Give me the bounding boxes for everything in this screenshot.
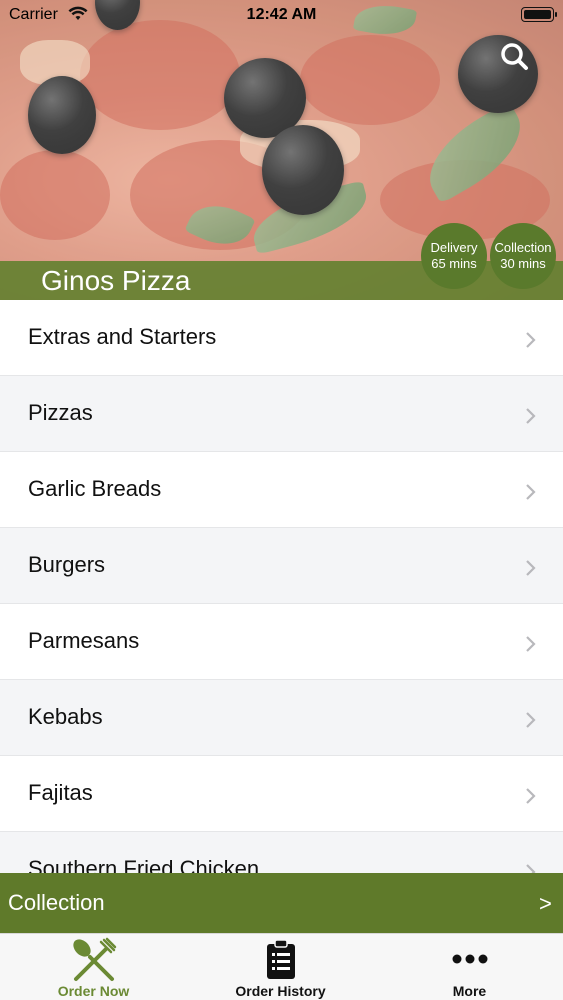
collection-label: Collection: [494, 240, 552, 255]
delivery-label: Delivery: [430, 240, 478, 255]
menu-category-label: Southern Fried Chicken: [28, 856, 260, 873]
menu-category-label: Extras and Starters: [28, 324, 217, 349]
status-bar: Carrier 12:42 AM: [0, 0, 563, 30]
order-mode-bar[interactable]: Collection >: [0, 873, 563, 933]
chevron-right-icon: [526, 408, 536, 424]
fork-knife-icon: [70, 937, 118, 988]
tab-more[interactable]: More: [376, 934, 563, 1000]
order-mode-label: Collection: [8, 890, 105, 915]
delivery-time-badge: Delivery 65 mins: [421, 223, 487, 289]
chevron-right-icon: [526, 484, 536, 500]
order-mode-arrow: >: [539, 891, 552, 916]
menu-category-label: Pizzas: [28, 400, 93, 425]
collection-time-badge: Collection 30 mins: [490, 223, 556, 289]
menu-category-label: Garlic Breads: [28, 476, 162, 501]
tab-label: Order Now: [57, 983, 130, 999]
menu-category-row[interactable]: Parmesans: [0, 604, 563, 680]
tab-order-now[interactable]: Order Now: [0, 934, 187, 1000]
tab-bar: Order Now Order History More: [0, 933, 563, 1000]
tab-label: More: [452, 983, 487, 999]
chevron-right-icon: [526, 712, 536, 728]
menu-category-row[interactable]: Pizzas: [0, 376, 563, 452]
chevron-right-icon: [526, 788, 536, 804]
menu-category-list: Extras and Starters Pizzas Garlic Breads…: [0, 300, 563, 873]
chevron-right-icon: [526, 864, 536, 873]
menu-category-label: Kebabs: [28, 704, 103, 729]
tab-label: Order History: [235, 983, 326, 999]
battery-icon: [521, 7, 557, 22]
restaurant-name: Ginos Pizza: [41, 265, 191, 296]
chevron-right-icon: [526, 636, 536, 652]
menu-category-row[interactable]: Fajitas: [0, 756, 563, 832]
more-dots-icon: [452, 952, 488, 970]
menu-category-label: Parmesans: [28, 628, 140, 653]
search-button[interactable]: [495, 37, 535, 77]
chevron-right-icon: [526, 560, 536, 576]
collection-time: 30 mins: [500, 256, 546, 271]
menu-category-row[interactable]: Southern Fried Chicken: [0, 832, 563, 873]
chevron-right-icon: [526, 332, 536, 348]
menu-category-row[interactable]: Burgers: [0, 528, 563, 604]
menu-category-row[interactable]: Garlic Breads: [0, 452, 563, 528]
delivery-time: 65 mins: [431, 256, 477, 271]
menu-category-label: Burgers: [28, 552, 106, 577]
clock: 12:42 AM: [246, 6, 317, 23]
menu-category-row[interactable]: Kebabs: [0, 680, 563, 756]
menu-category-label: Fajitas: [28, 780, 93, 805]
menu-category-row[interactable]: Extras and Starters: [0, 300, 563, 376]
search-icon: [501, 43, 528, 70]
tab-order-history[interactable]: Order History: [187, 934, 374, 1000]
clipboard-list-icon: [266, 939, 296, 985]
